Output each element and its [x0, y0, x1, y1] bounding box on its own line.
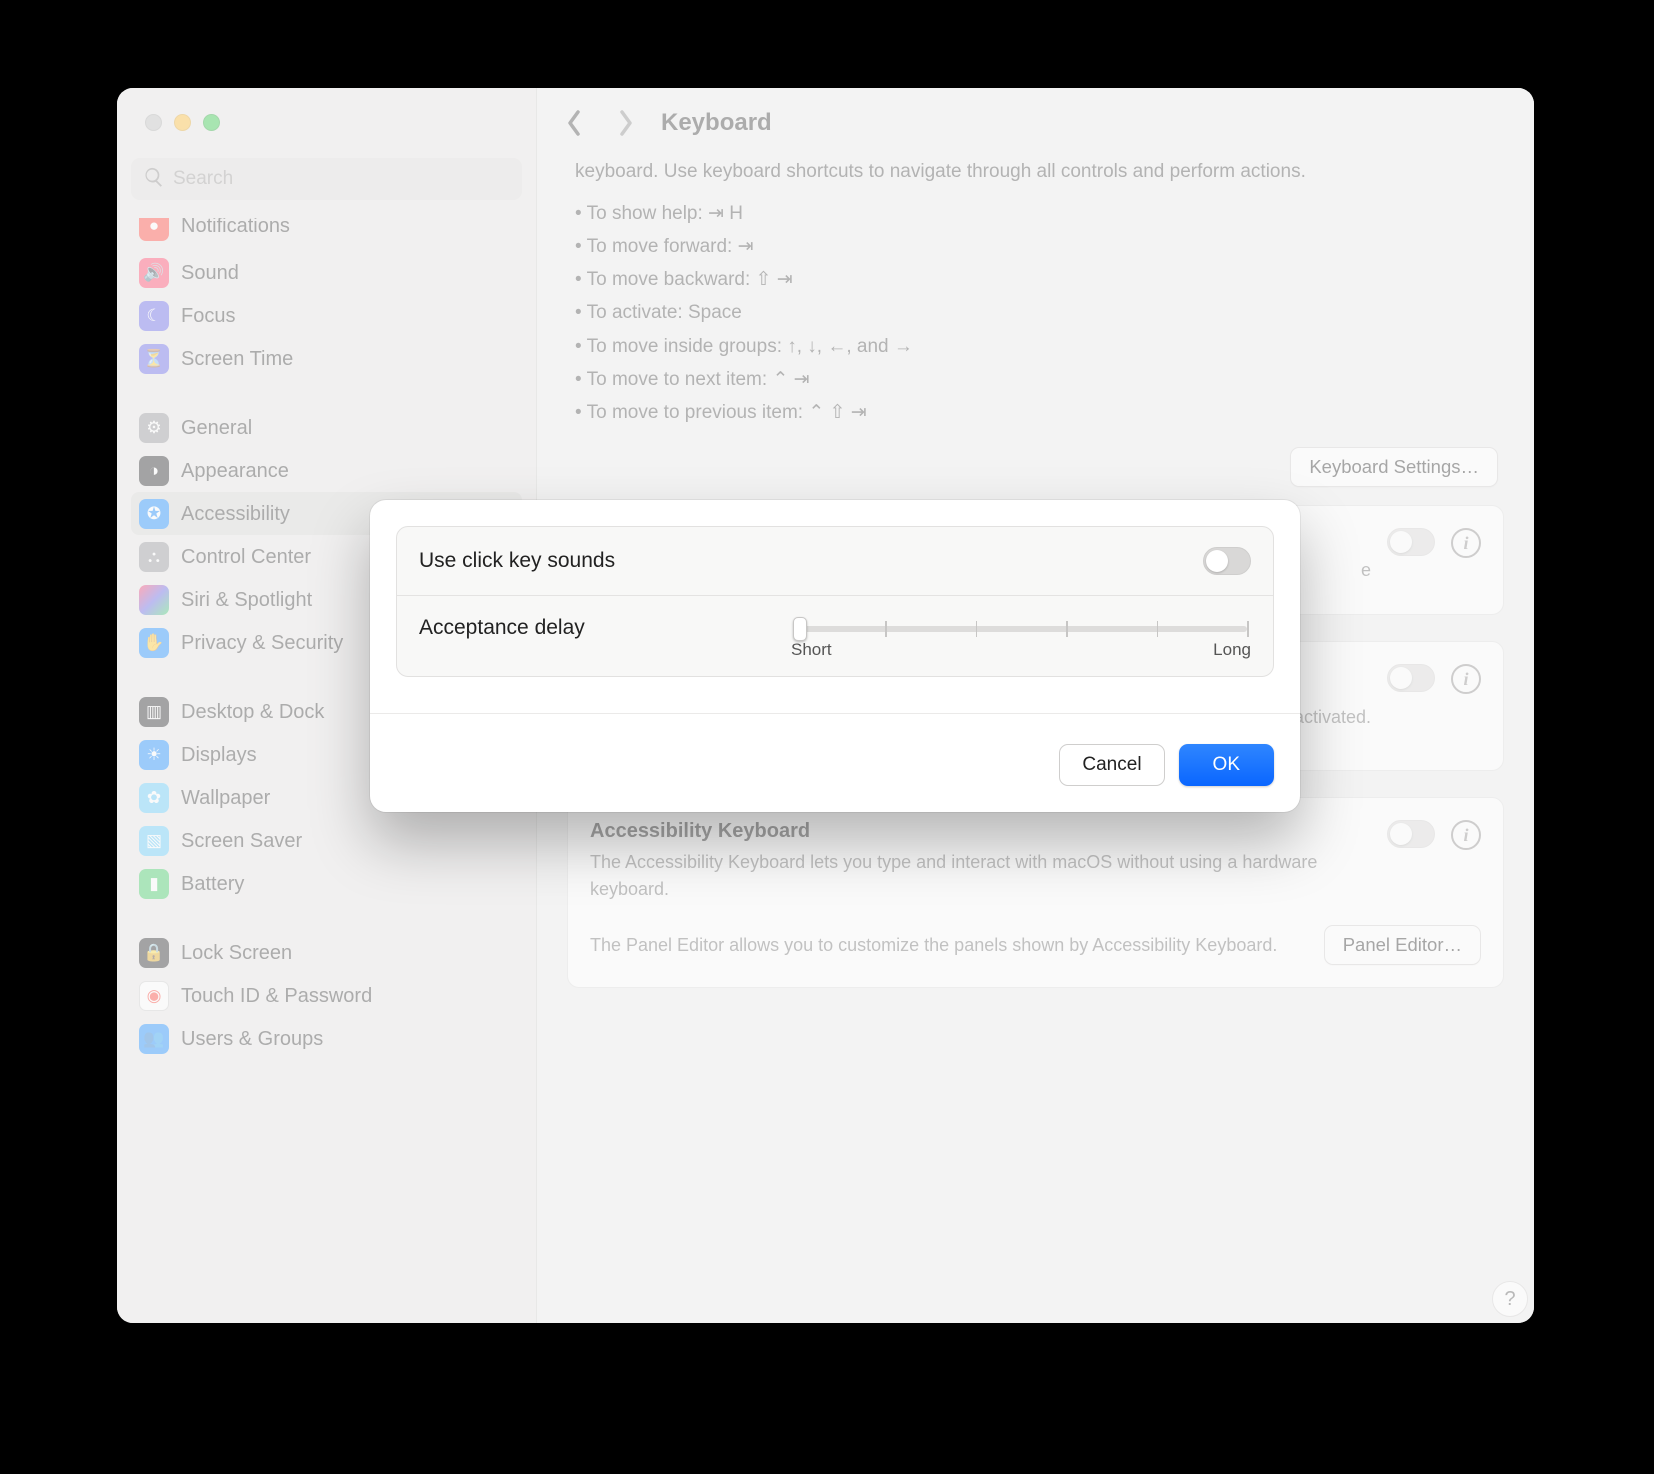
slider-min-label: Short: [791, 640, 832, 660]
ok-button[interactable]: OK: [1179, 744, 1274, 786]
slider-thumb[interactable]: [793, 617, 807, 641]
slider-max-label: Long: [1213, 640, 1251, 660]
acceptance-delay-label: Acceptance delay: [419, 616, 791, 640]
click-sounds-label: Use click key sounds: [419, 549, 1203, 573]
click-sounds-toggle[interactable]: [1203, 547, 1251, 575]
cancel-button[interactable]: Cancel: [1059, 744, 1164, 786]
slider-track[interactable]: [795, 626, 1247, 632]
slow-keys-options-sheet: Use click key sounds Acceptance delay: [370, 500, 1300, 812]
acceptance-delay-slider[interactable]: Short Long: [791, 616, 1251, 660]
